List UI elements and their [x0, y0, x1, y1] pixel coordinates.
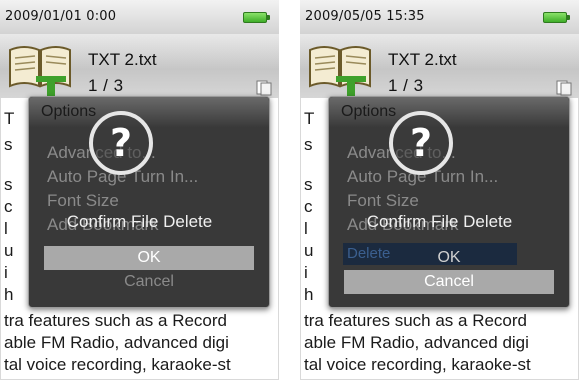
question-icon: ?: [89, 111, 153, 175]
text-line: tra features such as a Record: [4, 311, 228, 330]
confirm-message: Confirm File Delete: [66, 212, 213, 231]
page-indicator: 1 / 3: [88, 76, 124, 95]
text-line: s: [304, 175, 313, 194]
text-line: s: [4, 175, 13, 194]
datetime: 2009/01/01 0:00: [5, 9, 117, 24]
document-icon: [256, 80, 272, 96]
battery-icon: [243, 12, 270, 23]
book-icon: [309, 46, 371, 96]
screen-left: 2009/01/01 0:00 TXT 2.txt 1 / 3 T s s c …: [0, 0, 279, 380]
text-line: s: [4, 135, 13, 154]
battery-icon: [543, 12, 570, 23]
text-line: tra features such as a Record: [304, 311, 528, 330]
text-line: i: [4, 263, 8, 282]
text-line: s: [304, 135, 313, 154]
text-line: tal voice recording, karaoke-st: [4, 355, 231, 374]
text-line: h: [304, 285, 314, 304]
datetime: 2009/05/05 15:35: [305, 9, 425, 24]
text-line: i: [304, 263, 308, 282]
confirm-message: Confirm File Delete: [366, 212, 513, 231]
text-line: able FM Radio, advanced digi: [4, 333, 229, 352]
file-header: TXT 2.txt 1 / 3: [0, 34, 279, 98]
file-name: TXT 2.txt: [388, 50, 457, 69]
book-icon: [9, 46, 71, 96]
text-line: able FM Radio, advanced digi: [304, 333, 529, 352]
question-icon: ?: [389, 111, 453, 175]
svg-text:?: ?: [110, 121, 132, 165]
text-line: tal voice recording, karaoke-st: [304, 355, 531, 374]
file-name: TXT 2.txt: [88, 50, 157, 69]
text-line: T: [4, 109, 15, 128]
text-line: u: [304, 241, 314, 260]
text-line: u: [4, 241, 14, 260]
text-line: h: [4, 285, 14, 304]
cancel-button[interactable]: Cancel: [44, 270, 254, 294]
document-icon: [556, 80, 572, 96]
menu-item-font-size[interactable]: Font Size: [347, 191, 419, 211]
cancel-button[interactable]: Cancel: [344, 270, 554, 294]
screen-right: 2009/05/05 15:35 TXT 2.txt 1 / 3 T s s c…: [300, 0, 579, 380]
status-bar: 2009/01/01 0:00: [0, 0, 279, 34]
svg-text:?: ?: [410, 121, 432, 165]
file-header: TXT 2.txt 1 / 3: [300, 34, 579, 98]
status-bar: 2009/05/05 15:35: [300, 0, 579, 34]
text-line: T: [304, 109, 315, 128]
ok-button[interactable]: OK: [344, 246, 554, 270]
menu-item-font-size[interactable]: Font Size: [47, 191, 119, 211]
page-indicator: 1 / 3: [388, 76, 424, 95]
ok-button[interactable]: OK: [44, 246, 254, 270]
